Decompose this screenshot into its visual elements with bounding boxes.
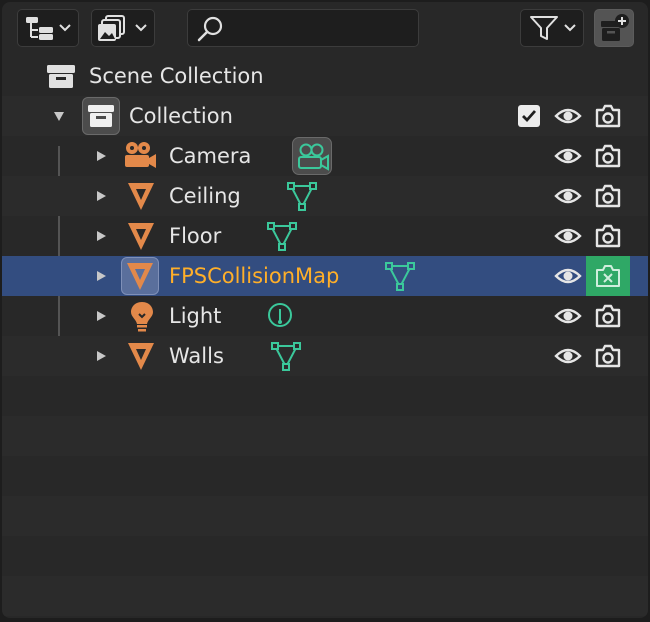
- scene-collection-icon: [47, 65, 75, 88]
- active-object-icon-box: [121, 257, 159, 295]
- mesh-object-icon: [128, 223, 154, 250]
- camera-object-icon: [125, 142, 156, 168]
- render-camera-icon[interactable]: [594, 343, 622, 369]
- eye-icon[interactable]: [554, 224, 582, 248]
- render-camera-icon[interactable]: [594, 183, 622, 209]
- eye-icon[interactable]: [554, 304, 582, 328]
- light-data-icon[interactable]: [266, 301, 294, 331]
- outliner-panel: Scene Collection Collection Camera Ceili…: [2, 2, 648, 618]
- object-label: Light: [169, 304, 222, 328]
- expand-toggle[interactable]: [97, 231, 106, 241]
- expand-toggle[interactable]: [97, 191, 106, 201]
- render-camera-icon[interactable]: [594, 223, 622, 249]
- mesh-data-icon[interactable]: [270, 341, 302, 371]
- render-camera-disabled-icon: [596, 265, 620, 287]
- render-camera-icon[interactable]: [594, 303, 622, 329]
- expand-toggle[interactable]: [97, 351, 106, 361]
- empty-row: [2, 376, 648, 416]
- collection-icon: [88, 105, 114, 127]
- filter-dropdown[interactable]: [520, 9, 584, 47]
- eye-icon[interactable]: [554, 104, 582, 128]
- collection-label: Collection: [129, 104, 233, 128]
- render-camera-icon[interactable]: [594, 143, 622, 169]
- search-icon: [197, 16, 223, 42]
- empty-row: [2, 576, 648, 616]
- object-row-camera[interactable]: Camera: [2, 136, 648, 176]
- expand-toggle[interactable]: [97, 151, 106, 161]
- object-row-walls[interactable]: Walls: [2, 336, 648, 376]
- object-label: Floor: [169, 224, 222, 248]
- new-collection-icon: [601, 14, 629, 41]
- image-stack-icon: [98, 15, 147, 41]
- outliner-tree-icon: [26, 17, 71, 40]
- display-mode-dropdown[interactable]: [17, 9, 79, 47]
- object-label: Camera: [169, 144, 252, 168]
- empty-row: [2, 496, 648, 536]
- search-input[interactable]: [187, 9, 419, 47]
- new-collection-button[interactable]: [594, 9, 634, 47]
- mesh-data-icon[interactable]: [266, 221, 298, 251]
- mesh-data-icon[interactable]: [384, 261, 416, 291]
- empty-row: [2, 416, 648, 456]
- outliner-header: [2, 2, 648, 56]
- eye-icon[interactable]: [554, 144, 582, 168]
- collection-icon-box: [82, 97, 120, 135]
- collapse-toggle[interactable]: [54, 112, 64, 121]
- empty-row: [2, 536, 648, 576]
- eye-icon[interactable]: [554, 184, 582, 208]
- object-label: Ceiling: [169, 184, 241, 208]
- expand-toggle[interactable]: [97, 311, 106, 321]
- render-disabled-toggle[interactable]: [586, 256, 630, 296]
- mesh-data-icon[interactable]: [286, 181, 318, 211]
- object-row-ceiling[interactable]: Ceiling: [2, 176, 648, 216]
- render-camera-icon[interactable]: [594, 103, 622, 129]
- eye-icon[interactable]: [554, 264, 582, 288]
- scene-collection-label: Scene Collection: [89, 64, 264, 88]
- collection-row[interactable]: Collection: [2, 96, 648, 136]
- expand-toggle[interactable]: [97, 271, 106, 281]
- camera-data-button[interactable]: [292, 137, 332, 175]
- funnel-icon: [530, 16, 576, 40]
- mesh-object-icon: [128, 343, 154, 370]
- mesh-object-icon: [127, 263, 153, 290]
- empty-row: [2, 456, 648, 496]
- camera-data-icon: [298, 143, 329, 171]
- light-object-icon: [131, 302, 153, 332]
- object-row-floor[interactable]: Floor: [2, 216, 648, 256]
- mesh-object-icon: [128, 183, 154, 210]
- object-label: Walls: [169, 344, 224, 368]
- object-label: FPSCollisionMap: [169, 264, 340, 288]
- object-row-light[interactable]: Light: [2, 296, 648, 336]
- object-row-fpscollisionmap[interactable]: FPSCollisionMap: [2, 256, 648, 296]
- scene-collection-row[interactable]: Scene Collection: [2, 56, 648, 96]
- exclude-checkbox[interactable]: [518, 105, 540, 127]
- checkmark-icon: [522, 110, 537, 123]
- eye-icon[interactable]: [554, 344, 582, 368]
- filter-type-dropdown[interactable]: [91, 9, 155, 47]
